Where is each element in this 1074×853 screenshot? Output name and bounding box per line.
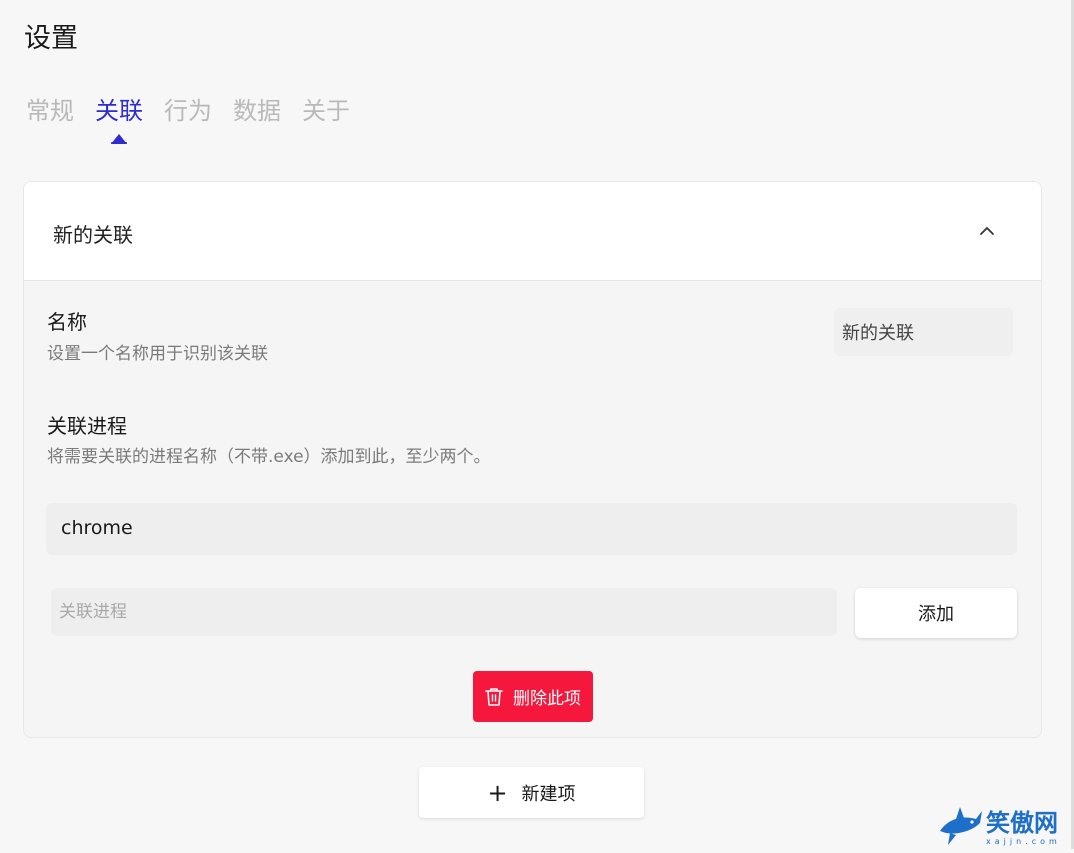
tab-label: 关于 <box>302 97 350 125</box>
tab-association[interactable]: 关联 <box>95 94 143 154</box>
process-description: 将需要关联的进程名称（不带.exe）添加到此，至少两个。 <box>47 447 491 467</box>
card-title: 新的关联 <box>53 223 133 247</box>
add-process-button[interactable]: 添加 <box>855 588 1017 638</box>
process-list-item[interactable]: chrome <box>46 503 1017 555</box>
tab-behavior[interactable]: 行为 <box>164 94 212 154</box>
tab-general[interactable]: 常规 <box>26 94 74 154</box>
tab-label: 常规 <box>26 97 74 125</box>
active-tab-indicator <box>111 134 127 144</box>
association-card: 新的关联 名称 设置一个名称用于识别该关联 关联进程 将需要关联的进程名称（不带… <box>23 181 1042 738</box>
tab-bar: 常规 关联 行为 数据 关于 <box>26 94 371 154</box>
name-input[interactable] <box>834 308 1013 356</box>
delete-item-button[interactable]: 删除此项 <box>473 671 593 722</box>
plus-icon: + <box>487 778 508 807</box>
tab-data[interactable]: 数据 <box>233 94 281 154</box>
watermark-subtext: xajjn.com <box>986 837 1061 846</box>
shark-logo-icon <box>940 807 982 845</box>
new-item-label: 新建项 <box>521 783 576 805</box>
process-label: 关联进程 <box>47 414 127 438</box>
add-button-label: 添加 <box>918 604 954 625</box>
process-input[interactable] <box>51 588 837 636</box>
page-title: 设置 <box>24 23 78 54</box>
name-label: 名称 <box>47 310 87 334</box>
trash-icon <box>485 687 503 706</box>
name-description: 设置一个名称用于识别该关联 <box>47 344 268 364</box>
new-item-button[interactable]: + 新建项 <box>419 767 644 818</box>
watermark-text: 笑傲网 <box>986 809 1058 837</box>
tab-label: 行为 <box>164 97 212 125</box>
chevron-up-icon[interactable] <box>974 218 1000 244</box>
process-name: chrome <box>61 517 133 539</box>
watermark-logo: 笑傲网 xajjn.com <box>936 801 1074 849</box>
tab-label: 关联 <box>95 97 143 125</box>
tab-about[interactable]: 关于 <box>302 94 350 154</box>
card-header[interactable]: 新的关联 <box>24 182 1041 281</box>
tab-label: 数据 <box>233 97 281 125</box>
delete-button-label: 删除此项 <box>513 689 581 709</box>
